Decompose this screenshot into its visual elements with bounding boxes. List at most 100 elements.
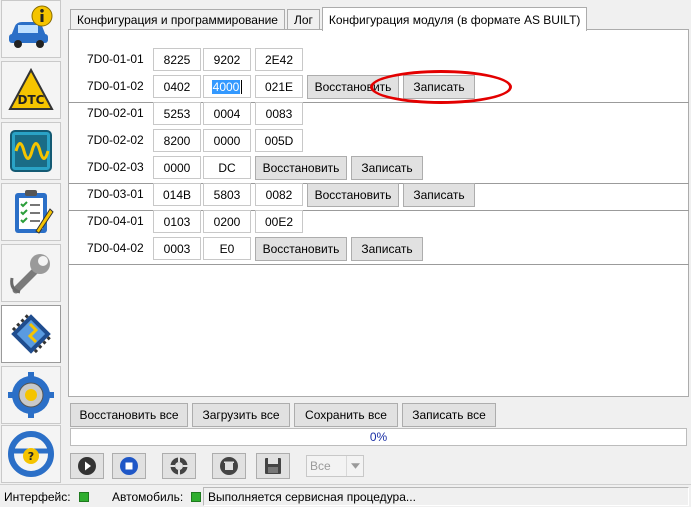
row-address: 7D0-03-01: [87, 187, 144, 201]
write-button[interactable]: Записать: [351, 156, 423, 180]
service-button[interactable]: [1, 244, 61, 302]
value-cell[interactable]: 0402: [153, 75, 201, 98]
as-built-page: 7D0-01-01 8225 9202 2E42 7D0-01-02 0402 …: [68, 29, 689, 397]
restore-button[interactable]: Восстановить: [255, 237, 347, 261]
value-cell[interactable]: 5253: [153, 102, 201, 125]
chip-icon: [11, 314, 51, 354]
play-icon: [78, 457, 96, 475]
text-caret: [241, 79, 243, 94]
filter-select-value: Все: [310, 459, 331, 473]
restore-button[interactable]: Восстановить: [307, 75, 399, 99]
value-cell[interactable]: E0: [203, 237, 251, 260]
dtc-warning-icon: DTC: [8, 67, 54, 110]
left-toolbar: DTC ?: [0, 0, 62, 484]
table-row: 7D0-04-02 0003 E0 Восстановить Записать: [69, 237, 688, 261]
write-button[interactable]: Записать: [351, 237, 423, 261]
value-cell[interactable]: 5803: [203, 183, 251, 206]
module-programming-button[interactable]: [1, 305, 61, 363]
value-cell[interactable]: 0103: [153, 210, 201, 233]
row-address: 7D0-01-01: [87, 52, 144, 66]
value-cell[interactable]: 0200: [203, 210, 251, 233]
vehicle-label: Автомобиль:: [112, 489, 184, 504]
value-cell[interactable]: 8225: [153, 48, 201, 71]
erase-icon: [220, 457, 238, 475]
tab-log[interactable]: Лог: [286, 9, 320, 30]
svg-text:?: ?: [28, 450, 34, 463]
progress-label: 0%: [369, 430, 388, 444]
value-cell[interactable]: 2E42: [255, 48, 303, 71]
value-cell[interactable]: DC: [203, 156, 251, 179]
filter-select[interactable]: Все: [306, 455, 364, 477]
value-cell[interactable]: 0004: [203, 102, 251, 125]
table-row: 7D0-02-03 0000 DC Восстановить Записать: [69, 156, 688, 180]
table-row: 7D0-03-01 014B 5803 0082 Восстановить За…: [69, 183, 688, 207]
main-panel: Конфигурация и программирование Лог Конф…: [66, 0, 691, 484]
settings-button[interactable]: [1, 366, 61, 424]
dtc-button[interactable]: DTC: [1, 61, 61, 119]
tab-config-programming[interactable]: Конфигурация и программирование: [70, 9, 285, 30]
play-button[interactable]: [70, 453, 104, 479]
gear-icon: [8, 372, 54, 418]
group-divider: [69, 264, 689, 265]
value-cell[interactable]: 0082: [255, 183, 303, 206]
stop-button[interactable]: [112, 453, 146, 479]
value-cell[interactable]: 9202: [203, 48, 251, 71]
vehicle-info-button[interactable]: [1, 0, 61, 58]
help-button[interactable]: ?: [1, 425, 61, 483]
svg-text:DTC: DTC: [18, 93, 45, 107]
restore-button[interactable]: Восстановить: [255, 156, 347, 180]
value-cell[interactable]: 0003: [153, 237, 201, 260]
car-info-icon: [9, 5, 53, 48]
interface-led-icon: [78, 491, 89, 502]
status-message: Выполняется сервисная процедура...: [203, 487, 689, 506]
value-cell[interactable]: 0000: [153, 156, 201, 179]
write-button[interactable]: Записать: [403, 183, 475, 207]
row-address: 7D0-02-03: [87, 160, 144, 174]
tab-as-built[interactable]: Конфигурация модуля (в формате AS BUILT): [321, 7, 588, 31]
oscilloscope-button[interactable]: [1, 122, 61, 180]
save-icon: [265, 458, 281, 474]
stop-icon: [120, 457, 138, 475]
write-all-button[interactable]: Записать все: [402, 403, 496, 427]
restore-button[interactable]: Восстановить: [307, 183, 399, 207]
progress-bar: 0%: [70, 428, 687, 446]
lifebuoy-icon: [170, 457, 188, 475]
value-cell-editing[interactable]: 4000: [203, 75, 251, 98]
table-row: 7D0-01-02 0402 4000 021E Восстановить За…: [69, 75, 688, 99]
vehicle-status: Автомобиль:: [112, 487, 202, 506]
selected-text: 4000: [211, 79, 241, 94]
value-cell[interactable]: 0083: [255, 102, 303, 125]
row-address: 7D0-04-02: [87, 241, 144, 255]
table-row: 7D0-04-01 0103 0200 00E2: [69, 210, 688, 234]
checklist-button[interactable]: [1, 183, 61, 241]
row-address: 7D0-01-02: [87, 79, 144, 93]
tab-strip: Конфигурация и программирование Лог Конф…: [70, 6, 589, 31]
interface-label: Интерфейс:: [4, 489, 71, 504]
table-row: 7D0-02-01 5253 0004 0083: [69, 102, 688, 126]
row-address: 7D0-02-01: [87, 106, 144, 120]
value-cell[interactable]: 8200: [153, 129, 201, 152]
value-cell[interactable]: 0000: [203, 129, 251, 152]
interface-status: Интерфейс:: [4, 487, 89, 506]
table-row: 7D0-01-01 8225 9202 2E42: [69, 48, 688, 72]
assist-button[interactable]: [162, 453, 196, 479]
erase-button[interactable]: [212, 453, 246, 479]
status-bar: Интерфейс: Автомобиль: Выполняется серви…: [0, 484, 691, 507]
value-cell[interactable]: 005D: [255, 129, 303, 152]
oscilloscope-icon: [10, 130, 52, 172]
steering-help-icon: ?: [8, 431, 54, 477]
checklist-icon: [15, 190, 54, 234]
save-button[interactable]: [256, 453, 290, 479]
wrench-icon: [10, 254, 50, 294]
restore-all-button[interactable]: Восстановить все: [70, 403, 188, 427]
vehicle-led-icon: [191, 491, 202, 502]
value-cell[interactable]: 00E2: [255, 210, 303, 233]
row-address: 7D0-02-02: [87, 133, 144, 147]
table-row: 7D0-02-02 8200 0000 005D: [69, 129, 688, 153]
load-all-button[interactable]: Загрузить все: [192, 403, 290, 427]
save-all-button[interactable]: Сохранить все: [294, 403, 398, 427]
value-cell[interactable]: 021E: [255, 75, 303, 98]
chevron-down-icon: [346, 456, 363, 476]
write-button[interactable]: Записать: [403, 75, 475, 99]
value-cell[interactable]: 014B: [153, 183, 201, 206]
